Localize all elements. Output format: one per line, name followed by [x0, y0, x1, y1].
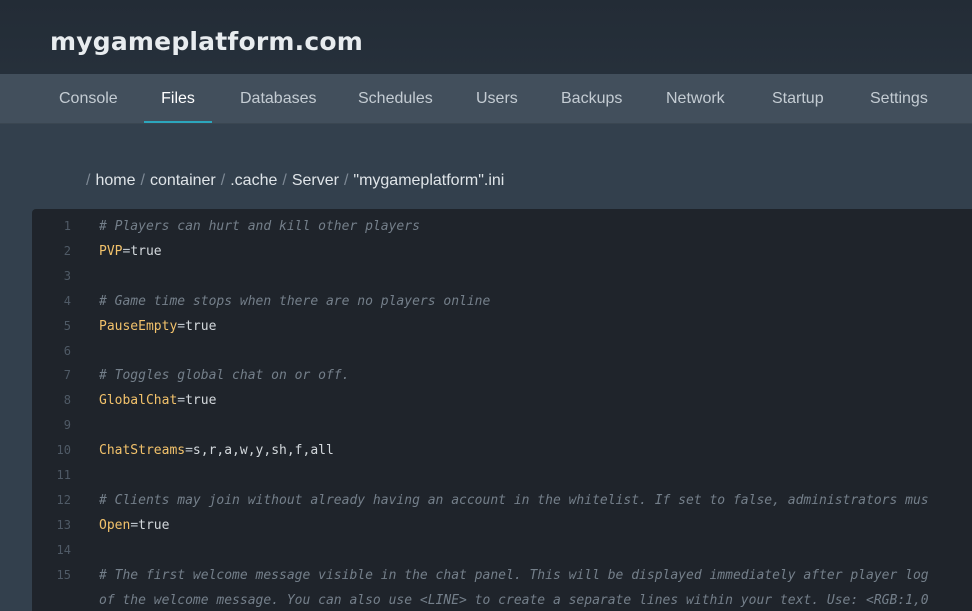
line-content: # The first welcome message visible in t… [99, 563, 929, 588]
line-number: 9 [63, 418, 71, 433]
equals-sign: = [177, 393, 186, 409]
code-line[interactable]: 15 # The first welcome message visible in… [32, 563, 972, 588]
config-key: Open [99, 517, 131, 533]
breadcrumb-separator: / [140, 172, 145, 189]
tab-users[interactable]: Users [461, 74, 533, 123]
tab-settings[interactable]: Settings [855, 74, 943, 123]
breadcrumb-separator: / [220, 172, 226, 189]
line-content: # Clients may join without already havin… [99, 488, 929, 513]
breadcrumb-file: "mygameplatform".ini [353, 172, 505, 189]
line-number: 8 [63, 393, 71, 408]
nav-bar: Console Files Databases Schedules Users … [0, 74, 972, 124]
line-content: PauseEmpty=true [99, 314, 216, 339]
header: mygameplatform.com [0, 0, 972, 74]
line-number: 3 [63, 268, 71, 283]
tab-schedules[interactable]: Schedules [343, 74, 448, 123]
line-number: 14 [56, 542, 71, 557]
breadcrumb-separator: / [343, 172, 349, 189]
line-content: # Toggles global chat on or off. [99, 363, 349, 388]
config-key: GlobalChat [99, 393, 178, 409]
code-line[interactable]: 8 GlobalChat=true [32, 388, 972, 413]
config-value: s,r,a,w,y,sh,f,all [192, 443, 334, 459]
config-key: PVP [99, 243, 123, 259]
line-number: 12 [56, 492, 71, 507]
line-number: 1 [63, 219, 71, 233]
code-comment: # The first welcome message visible in t… [99, 567, 929, 583]
equals-sign: = [130, 517, 139, 533]
code-line[interactable]: 3 [32, 264, 972, 289]
code-line[interactable]: 12 # Clients may join without already hav… [32, 488, 972, 513]
code-comment: # Players can hurt and kill other player… [99, 219, 420, 234]
code-comment: # Game time stops when there are no play… [99, 293, 491, 309]
line-content: GlobalChat=true [99, 388, 216, 413]
code-line[interactable]: 2 PVP=true [32, 239, 972, 264]
code-line[interactable]: 14 [32, 538, 972, 563]
line-number: 4 [63, 293, 71, 308]
tab-files[interactable]: Files [144, 74, 212, 123]
code-line[interactable]: 13 Open=true [32, 513, 972, 538]
code-line[interactable]: 6 [32, 339, 972, 364]
code-comment: # Toggles global chat on or off. [99, 368, 350, 384]
code-line[interactable]: of the welcome message. You can also use… [32, 588, 972, 611]
code-line[interactable]: 10 ChatStreams=s,r,a,w,y,sh,f,all [32, 438, 972, 463]
config-value: true [130, 243, 162, 259]
code-line[interactable]: 4 # Game time stops when there are no pla… [32, 289, 972, 314]
code-line[interactable]: 7 # Toggles global chat on or off. [32, 363, 972, 388]
equals-sign: = [177, 318, 186, 334]
code-line[interactable]: 9 [32, 413, 972, 438]
line-number: 5 [63, 318, 71, 333]
code-line[interactable]: 1 # Players can hurt and kill other playe… [32, 214, 972, 239]
breadcrumb-separator: / [282, 172, 287, 189]
breadcrumb-home[interactable]: home [95, 172, 135, 189]
tab-startup[interactable]: Startup [757, 74, 839, 123]
line-number: 10 [56, 443, 71, 458]
config-value: true [138, 517, 170, 533]
line-content: ChatStreams=s,r,a,w,y,sh,f,all [99, 438, 334, 463]
line-content: PVP=true [99, 239, 162, 264]
config-value: true [185, 318, 217, 334]
code-comment: of the welcome message. You can also use… [99, 592, 929, 608]
line-number: 2 [63, 243, 71, 258]
line-content: Open=true [99, 513, 169, 538]
code-line[interactable]: 5 PauseEmpty=true [32, 314, 972, 339]
equals-sign: = [185, 443, 193, 459]
tab-backups[interactable]: Backups [546, 74, 637, 123]
line-number: 15 [56, 567, 71, 582]
line-number: 13 [56, 517, 71, 532]
line-content: # Game time stops when there are no play… [99, 289, 490, 314]
tab-network[interactable]: Network [651, 74, 740, 123]
line-number: 11 [56, 468, 71, 482]
breadcrumb-container[interactable]: container [150, 172, 216, 189]
config-key: PauseEmpty [99, 318, 178, 334]
line-content: of the welcome message. You can also use… [99, 588, 929, 611]
config-value: true [185, 393, 217, 409]
site-title: mygameplatform.com [50, 27, 363, 56]
tab-console[interactable]: Console [44, 74, 133, 123]
line-number: 6 [63, 343, 71, 358]
code-line[interactable]: 11 [32, 463, 972, 488]
tab-databases[interactable]: Databases [225, 74, 332, 123]
breadcrumb-server[interactable]: Server [292, 172, 339, 189]
breadcrumb-cache[interactable]: .cache [230, 172, 277, 189]
breadcrumb-separator: / [86, 172, 91, 189]
code-editor[interactable]: 1 # Players can hurt and kill other playe… [32, 209, 972, 611]
code-comment: # Clients may join without already havin… [99, 492, 929, 508]
line-content: # Players can hurt and kill other player… [99, 214, 420, 239]
line-number: 7 [63, 368, 71, 383]
config-key: ChatStreams [99, 443, 186, 459]
breadcrumb: / home / container / .cache / Server / "mygamepla… [86, 172, 504, 192]
